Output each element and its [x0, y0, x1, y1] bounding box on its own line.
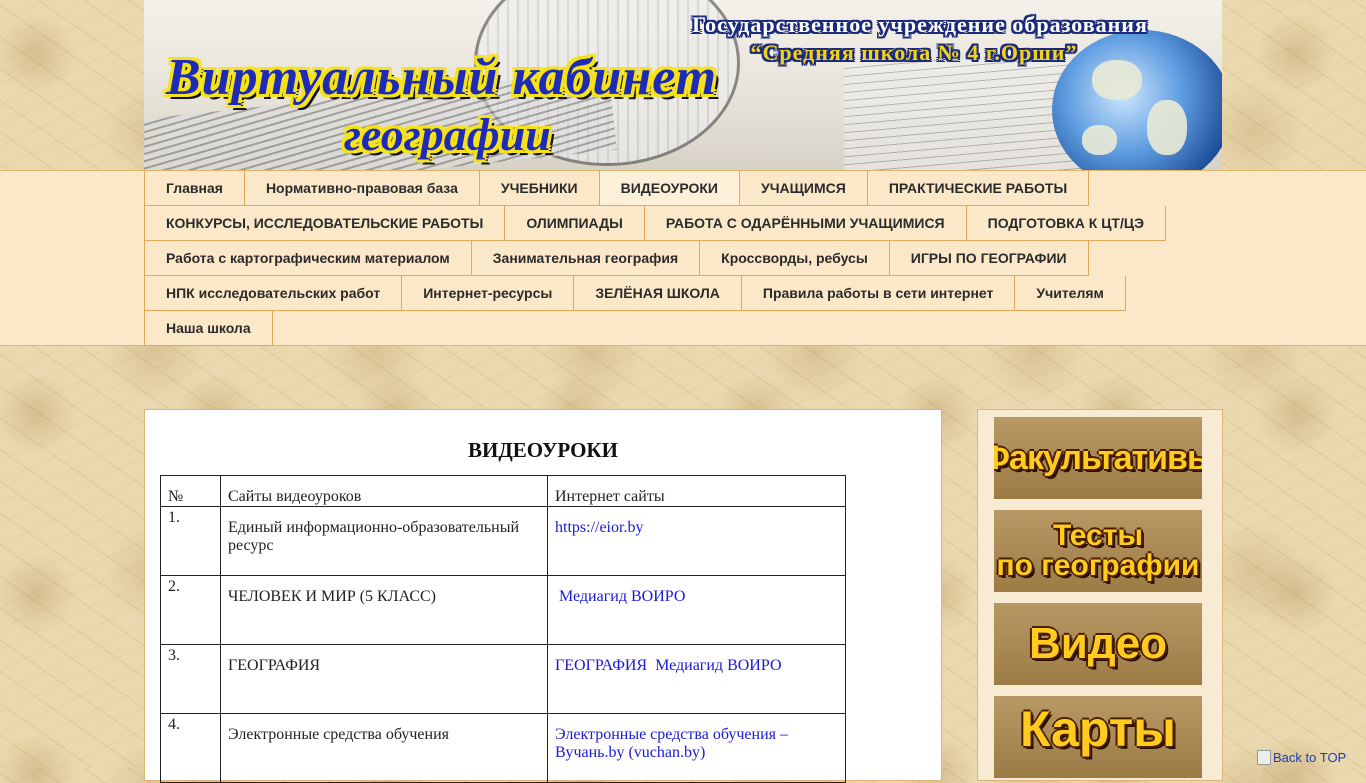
nav-item-legal-base[interactable]: Нормативно-правовая база: [244, 171, 480, 206]
nav-item-research-conference[interactable]: НПК исследовательских работ: [144, 276, 403, 311]
nav-item-olympiads[interactable]: ОЛИМПИАДЫ: [505, 206, 645, 241]
nav-row-1: Главная Нормативно-правовая база УЧЕБНИК…: [144, 171, 1090, 206]
electives-label: Факультативы: [994, 439, 1202, 477]
main-content: ВИДЕОУРОКИ № Сайты видеоуроков Интернет …: [144, 409, 942, 783]
nav-row-5: Наша школа: [144, 311, 273, 346]
row-link-cell: https://eior.by: [547, 506, 846, 576]
video-label: Видео: [1028, 619, 1168, 668]
table-row: 1. Единый информационно-образовательный …: [160, 506, 846, 576]
row-site-name: Единый информационно-образовательный рес…: [220, 506, 548, 576]
header-number: №: [160, 475, 221, 507]
geography-mediagid-link[interactable]: ГЕОГРАФИЯ Медиагид ВОИРО: [555, 657, 782, 674]
header-banner: Государственное учреждение образования “…: [144, 0, 1222, 170]
nav-item-fun-geography[interactable]: Занимательная география: [471, 241, 701, 276]
header-sites: Сайты видеоуроков: [220, 475, 548, 507]
nav-item-textbooks[interactable]: УЧЕБНИКИ: [479, 171, 600, 206]
tests-label-wrap: Тесты по географии: [997, 521, 1200, 581]
nav-row-4: НПК исследовательских работ Интернет-рес…: [144, 276, 1126, 311]
nav-row-2: КОНКУРСЫ, ИССЛЕДОВАТЕЛЬСКИЕ РАБОТЫ ОЛИМП…: [144, 206, 1167, 241]
tests-label-top: Тесты: [1052, 519, 1144, 552]
table-row: 2. ЧЕЛОВЕК И МИР (5 КЛАСС) Медиагид ВОИР…: [160, 575, 846, 645]
table-row: 4. Электронные средства обучения Электро…: [160, 713, 846, 783]
row-link-cell: ГЕОГРАФИЯ Медиагид ВОИРО: [547, 644, 846, 714]
row-link-cell: Медиагид ВОИРО: [547, 575, 846, 645]
nav-item-students[interactable]: УЧАЩИМСЯ: [740, 171, 868, 206]
nav-item-teachers[interactable]: Учителям: [1015, 276, 1126, 311]
electives-button[interactable]: Факультативы: [994, 417, 1202, 499]
nav-item-our-school[interactable]: Наша школа: [144, 311, 273, 346]
video-lessons-table: № Сайты видеоуроков Интернет сайты 1. Ед…: [160, 475, 846, 783]
nav-item-geography-games[interactable]: ИГРЫ ПО ГЕОГРАФИИ: [889, 241, 1089, 276]
row-site-name: Электронные средства обучения: [220, 713, 548, 783]
row-number: 2.: [160, 575, 221, 645]
nav-item-exam-prep[interactable]: ПОДГОТОВКА К ЦТ/ЦЭ: [966, 206, 1167, 241]
row-link-cell: Электронные средства обучения – Вучань.b…: [547, 713, 846, 783]
geography-tests-button[interactable]: Тесты по географии: [994, 510, 1202, 592]
page-title: ВИДЕОУРОКИ: [468, 438, 618, 462]
right-sidebar: Факультативы Тесты по географии Видео Ка…: [977, 409, 1223, 781]
eior-link[interactable]: https://eior.by: [555, 519, 643, 536]
tests-label-bottom: по географии: [996, 549, 1200, 582]
table-header-row: № Сайты видеоуроков Интернет сайты: [160, 475, 846, 507]
site-title-line1: Виртуальный кабинет: [166, 49, 718, 106]
maps-label: Карты: [1019, 701, 1176, 757]
back-to-top-link[interactable]: Back to TOP: [1257, 750, 1346, 765]
nav-item-video-lessons[interactable]: ВИДЕОУРОКИ: [599, 171, 740, 206]
back-to-top-label: Back to TOP: [1273, 750, 1347, 765]
nav-item-internet-rules[interactable]: Правила работы в сети интернет: [741, 276, 1016, 311]
nav-row-3: Работа с картографическим материалом Зан…: [144, 241, 1089, 276]
row-number: 4.: [160, 713, 221, 783]
broken-image-icon: [1257, 750, 1271, 765]
nav-item-practical-work[interactable]: ПРАКТИЧЕСКИЕ РАБОТЫ: [867, 171, 1090, 206]
vuchan-link[interactable]: Электронные средства обучения – Вучань.b…: [555, 726, 788, 761]
mediagid-link[interactable]: Медиагид ВОИРО: [555, 588, 685, 605]
nav-item-internet-resources[interactable]: Интернет-ресурсы: [402, 276, 575, 311]
nav-item-crosswords[interactable]: Кроссворды, ребусы: [700, 241, 890, 276]
header-internet-sites: Интернет сайты: [547, 475, 846, 507]
video-button[interactable]: Видео: [994, 603, 1202, 685]
nav-item-cartography[interactable]: Работа с картографическим материалом: [144, 241, 472, 276]
main-navigation: Главная Нормативно-правовая база УЧЕБНИК…: [0, 170, 1366, 346]
nav-item-green-school[interactable]: ЗЕЛЁНАЯ ШКОЛА: [574, 276, 742, 311]
table-row: 3. ГЕОГРАФИЯ ГЕОГРАФИЯ Медиагид ВОИРО: [160, 644, 846, 714]
nav-item-gifted-students[interactable]: РАБОТА С ОДАРЁННЫМИ УЧАЩИМИСЯ: [644, 206, 967, 241]
nav-item-home[interactable]: Главная: [144, 171, 245, 206]
row-site-name: ЧЕЛОВЕК И МИР (5 КЛАСС): [220, 575, 548, 645]
row-site-name: ГЕОГРАФИЯ: [220, 644, 548, 714]
nav-item-contests[interactable]: КОНКУРСЫ, ИССЛЕДОВАТЕЛЬСКИЕ РАБОТЫ: [144, 206, 506, 241]
school-type-heading: Государственное учреждение образования: [692, 12, 1148, 37]
row-number: 1.: [160, 506, 221, 576]
maps-button[interactable]: Карты: [994, 696, 1202, 778]
site-title-line2: географии: [344, 109, 551, 160]
row-number: 3.: [160, 644, 221, 714]
school-name-heading: “Средняя школа № 4 г.Орши”: [750, 40, 1078, 65]
